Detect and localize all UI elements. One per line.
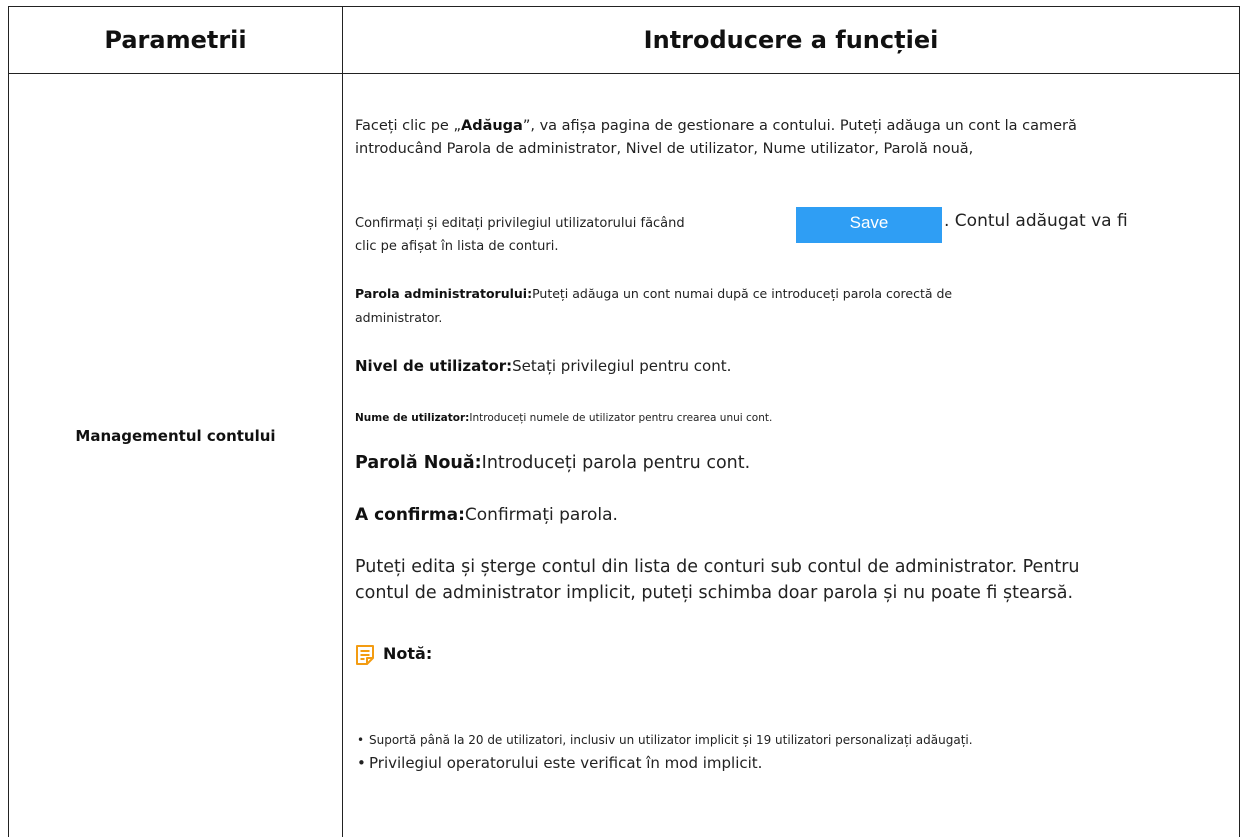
user-level-desc: Nivel de utilizator:Setați privilegiul p…: [355, 357, 731, 375]
save-button[interactable]: Save: [796, 207, 942, 243]
new-password-text: Introduceți parola pentru cont.: [481, 453, 751, 473]
edit-desc-line-1: Puteți edita și șterge contul din lista …: [355, 557, 1080, 577]
user-level-text: Setați privilegiul pentru cont.: [512, 357, 732, 375]
edit-desc-line-2: contul de administrator implicit, puteți…: [355, 583, 1074, 603]
table-header: Parametrii Introducere a funcției: [9, 7, 1239, 74]
confirm-desc: A confirma:Confirmați parola.: [355, 505, 618, 525]
admin-password-desc: Parola administratorului:Puteți adăuga u…: [355, 286, 952, 301]
intro-line-1: Faceți clic pe „Adăuga”, va afișa pagina…: [355, 115, 1077, 138]
admin-password-label: Parola administratorului:: [355, 286, 533, 301]
admin-password-text: Puteți adăuga un cont numai după ce intr…: [532, 286, 953, 301]
note-title: Notă:: [383, 644, 433, 663]
username-text: Introduceți numele de utilizator pentru …: [469, 412, 773, 424]
note-icon: [356, 645, 374, 665]
new-password-desc: Parolă Nouă:Introduceți parola pentru co…: [355, 453, 750, 473]
intro-line-2: introducând Parola de administrator, Niv…: [355, 141, 974, 157]
header-parameters: Parametrii: [104, 26, 247, 54]
list-item: Privilegiul operatorului este verificat …: [355, 751, 973, 775]
intro-line-3-post: . Contul adăugat va fi: [944, 211, 1128, 231]
confirm-label: A confirma:: [355, 505, 465, 525]
intro-line-3: Confirmați și editați privilegiul utiliz…: [355, 216, 685, 231]
note-list: Suportă până la 20 de utilizatori, inclu…: [355, 729, 973, 775]
column-divider: [342, 7, 343, 837]
new-password-label: Parolă Nouă:: [355, 453, 482, 473]
intro-line1-pre: Faceți clic pe „: [355, 118, 461, 134]
parameter-name: Managementul contului: [75, 427, 276, 445]
username-label: Nume de utilizator:: [355, 412, 470, 424]
function-table: Parametrii Introducere a funcției Manage…: [8, 6, 1240, 837]
intro-line1-post: ”, va afișa pagina de gestionare a contu…: [522, 118, 1077, 134]
username-desc: Nume de utilizator:Introduceți numele de…: [355, 412, 772, 424]
intro-line-4: clic pe afișat în lista de conturi.: [355, 239, 559, 254]
header-function-intro: Introducere a funcției: [643, 26, 939, 54]
confirm-text: Confirmați parola.: [464, 505, 618, 525]
user-level-label: Nivel de utilizator:: [355, 357, 513, 375]
admin-password-desc-2: administrator.: [355, 310, 443, 325]
list-item: Suportă până la 20 de utilizatori, inclu…: [355, 729, 973, 751]
add-label: Adăuga: [460, 118, 523, 134]
